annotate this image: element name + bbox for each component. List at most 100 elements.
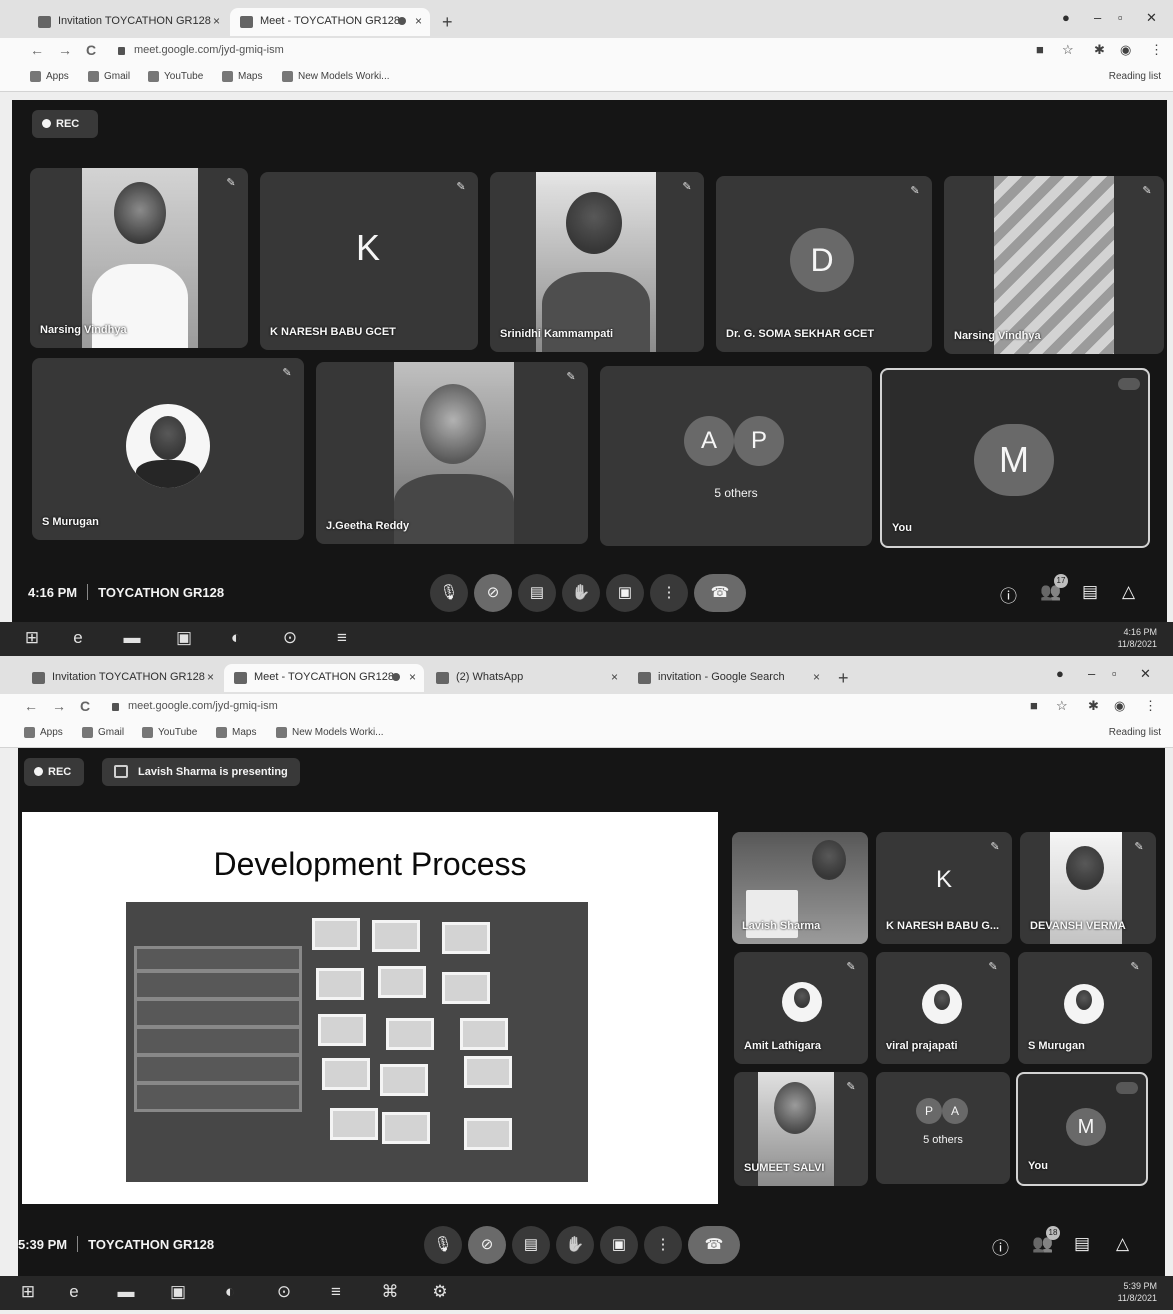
system-clock[interactable]: 5:39 PM 11/8/2021 xyxy=(1118,1280,1157,1304)
leave-call-button[interactable]: ☎ xyxy=(688,1226,740,1264)
back-icon[interactable]: ← xyxy=(24,698,38,714)
participant-tile[interactable]: ✎ DEVANSH VERMA xyxy=(1020,832,1156,944)
chrome-icon[interactable]: ◐ xyxy=(218,1282,242,1304)
forward-icon[interactable]: → xyxy=(52,698,66,714)
captions-button[interactable]: ▤ xyxy=(518,574,556,612)
leave-call-button[interactable]: ☎ xyxy=(694,574,746,612)
address-bar[interactable]: meet.google.com/jyd-gmiq-ism xyxy=(112,41,1012,61)
info-icon[interactable]: ⓘ xyxy=(992,1234,1009,1259)
minimize-button[interactable]: – xyxy=(1088,666,1095,681)
edge-icon[interactable]: e xyxy=(66,628,90,650)
tab-meet[interactable]: Meet - TOYCATHON GR128 × xyxy=(224,664,424,692)
menu-icon[interactable]: ⋮ xyxy=(1144,698,1157,714)
puzzle-icon[interactable]: ✱ xyxy=(1088,698,1099,714)
edge-icon[interactable]: e xyxy=(62,1282,86,1304)
tab-meet[interactable]: Meet - TOYCATHON GR128 × xyxy=(230,8,430,36)
bookmark-apps[interactable]: Apps xyxy=(30,71,69,82)
file-explorer-icon[interactable]: ▬ xyxy=(114,1282,138,1304)
participant-tile[interactable]: K ✎ K NARESH BABU GCET xyxy=(260,172,478,350)
maximize-button[interactable]: ▫ xyxy=(1118,10,1123,25)
reload-icon[interactable]: C xyxy=(86,42,96,58)
store-icon[interactable]: ▣ xyxy=(172,628,196,650)
new-tab-button[interactable]: + xyxy=(442,12,453,33)
file-explorer-icon[interactable]: ▬ xyxy=(120,628,144,650)
chat-icon[interactable]: ▤ xyxy=(1082,582,1098,602)
bookmark-apps[interactable]: Apps xyxy=(24,727,63,738)
network-app-icon[interactable]: ≡ xyxy=(330,628,354,650)
avatar[interactable]: ◉ xyxy=(1114,698,1125,714)
close-icon[interactable]: × xyxy=(207,670,214,684)
tab-invitation[interactable]: Invitation TOYCATHON GR128 × xyxy=(22,664,222,692)
raise-hand-button[interactable]: ✋ xyxy=(562,574,600,612)
close-icon[interactable]: × xyxy=(213,14,220,28)
tab-whatsapp[interactable]: (2) WhatsApp × xyxy=(426,664,626,692)
profile-icon[interactable]: ● xyxy=(1056,666,1064,681)
more-options-button[interactable]: ⋮ xyxy=(650,574,688,612)
participant-tile[interactable]: A P 5 others xyxy=(600,366,872,546)
bookmark-maps[interactable]: Maps xyxy=(216,727,256,738)
maximize-button[interactable]: ▫ xyxy=(1112,666,1117,681)
network-app-icon[interactable]: ≡ xyxy=(324,1282,348,1304)
participant-tile[interactable]: P A 5 others xyxy=(876,1072,1010,1184)
reading-list[interactable]: Reading list xyxy=(1109,71,1161,82)
avatar[interactable]: ◉ xyxy=(1120,42,1131,58)
bookmark-youtube[interactable]: YouTube xyxy=(148,71,203,82)
participant-tile[interactable]: ✎ SUMEET SALVI xyxy=(734,1072,868,1186)
camera-button[interactable]: ⊘ xyxy=(468,1226,506,1264)
settings-app-icon[interactable]: ⚙ xyxy=(428,1282,452,1304)
bookmark-gmail[interactable]: Gmail xyxy=(82,727,124,738)
self-tile[interactable]: M You xyxy=(1016,1072,1148,1186)
minimize-button[interactable]: – xyxy=(1094,10,1101,25)
self-tile[interactable]: M You xyxy=(880,368,1150,548)
participant-tile[interactable]: ✎ Amit Lathigara xyxy=(734,952,868,1064)
mic-button[interactable]: 🎙 xyxy=(424,1226,462,1264)
profile-icon[interactable]: ● xyxy=(1062,10,1070,25)
captions-button[interactable]: ▤ xyxy=(512,1226,550,1264)
participant-tile[interactable]: Lavish Sharma xyxy=(732,832,868,944)
participant-tile[interactable]: ✎ J.Geetha Reddy xyxy=(316,362,588,544)
participant-tile[interactable]: ✎ S Murugan xyxy=(32,358,304,540)
close-icon[interactable]: × xyxy=(611,670,618,684)
participant-tile[interactable]: D ✎ Dr. G. SOMA SEKHAR GCET xyxy=(716,176,932,352)
back-icon[interactable]: ← xyxy=(30,42,44,58)
participant-tile[interactable]: ✎ Narsing Vindhya xyxy=(944,176,1164,354)
bookmark-maps[interactable]: Maps xyxy=(222,71,262,82)
windows-start-icon[interactable]: ⊞ xyxy=(20,628,44,650)
participant-tile[interactable]: ✎ Srinidhi Kammampati xyxy=(490,172,704,352)
address-bar[interactable]: meet.google.com/jyd-gmiq-ism xyxy=(106,697,1006,717)
maps-app-icon[interactable]: ⊙ xyxy=(272,1282,296,1304)
camera-button[interactable]: ⊘ xyxy=(474,574,512,612)
chat-icon[interactable]: ▤ xyxy=(1074,1234,1090,1254)
tab-google-search[interactable]: invitation - Google Search × xyxy=(628,664,828,692)
pdf-reader-icon[interactable]: ⌘ xyxy=(378,1282,402,1304)
participant-tile[interactable]: K ✎ K NARESH BABU G... xyxy=(876,832,1012,944)
activities-icon[interactable]: △ xyxy=(1116,1234,1129,1254)
info-icon[interactable]: ⓘ xyxy=(1000,582,1017,607)
bookmark-new-models[interactable]: New Models Worki... xyxy=(282,71,390,82)
extension-icon[interactable]: ■ xyxy=(1036,42,1044,57)
close-window-button[interactable]: ✕ xyxy=(1146,10,1157,26)
close-window-button[interactable]: ✕ xyxy=(1140,666,1151,682)
puzzle-icon[interactable]: ✱ xyxy=(1094,42,1105,58)
bookmark-new-models[interactable]: New Models Worki... xyxy=(276,727,384,738)
extension-icon[interactable]: ■ xyxy=(1030,698,1038,713)
star-icon[interactable]: ☆ xyxy=(1056,698,1068,714)
maps-app-icon[interactable]: ⊙ xyxy=(278,628,302,650)
system-clock[interactable]: 4:16 PM 11/8/2021 xyxy=(1118,626,1157,650)
forward-icon[interactable]: → xyxy=(58,42,72,58)
star-icon[interactable]: ☆ xyxy=(1062,42,1074,58)
store-icon[interactable]: ▣ xyxy=(166,1282,190,1304)
reading-list[interactable]: Reading list xyxy=(1109,727,1161,738)
present-button[interactable]: ▣ xyxy=(600,1226,638,1264)
tab-invitation[interactable]: Invitation TOYCATHON GR128 × xyxy=(28,8,228,36)
bookmark-gmail[interactable]: Gmail xyxy=(88,71,130,82)
participant-tile[interactable]: ✎ Narsing Vindhya xyxy=(30,168,248,348)
participant-tile[interactable]: ✎ viral prajapati xyxy=(876,952,1010,1064)
tile-more-button[interactable] xyxy=(1116,1082,1138,1094)
close-icon[interactable]: × xyxy=(415,14,422,28)
more-options-button[interactable]: ⋮ xyxy=(644,1226,682,1264)
present-button[interactable]: ▣ xyxy=(606,574,644,612)
mic-button[interactable]: 🎙 xyxy=(430,574,468,612)
close-icon[interactable]: × xyxy=(813,670,820,684)
bookmark-youtube[interactable]: YouTube xyxy=(142,727,197,738)
